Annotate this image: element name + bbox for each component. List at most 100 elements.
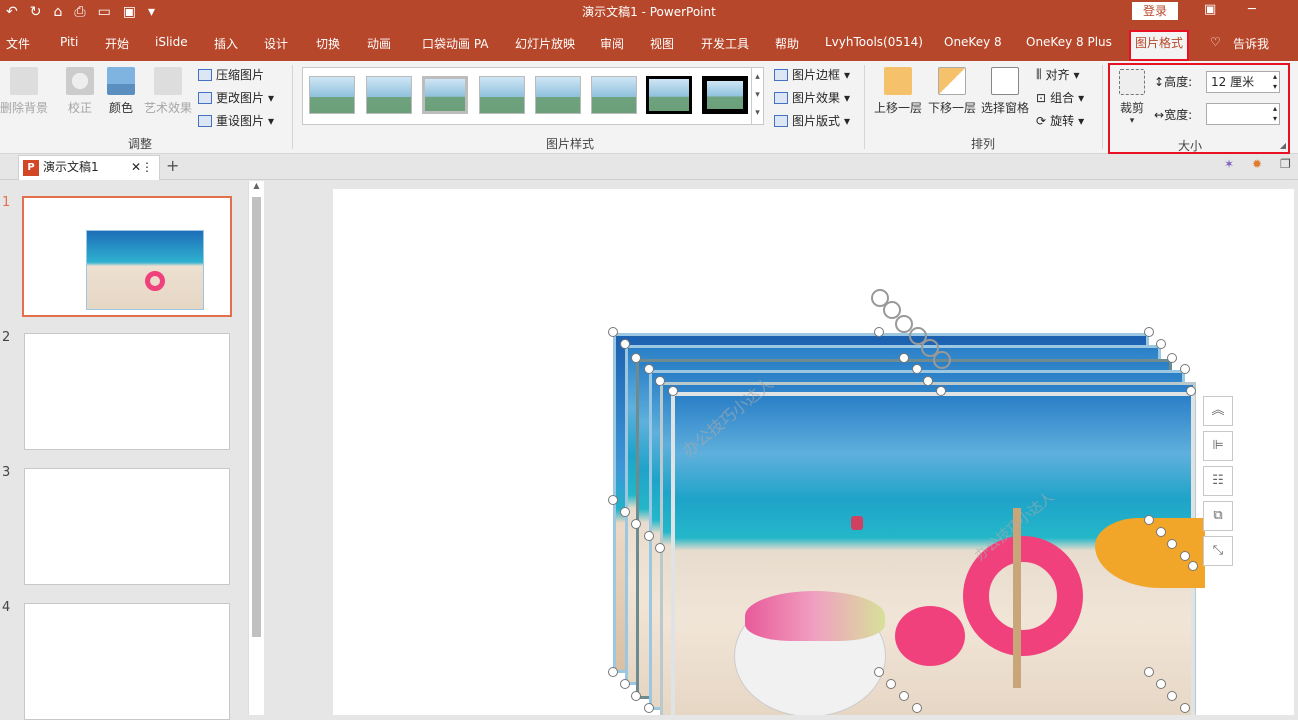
login-button[interactable]: 登录 (1132, 2, 1178, 20)
bring-forward-button[interactable]: 上移一层 (872, 67, 924, 116)
tab-tell-me[interactable]: 告诉我 (1233, 35, 1269, 52)
width-input[interactable]: ▴ ▾ (1206, 103, 1280, 125)
resize-handle[interactable] (655, 543, 665, 553)
resize-handle[interactable] (620, 339, 630, 349)
resize-handle[interactable] (886, 679, 896, 689)
tab-picture-format[interactable]: 图片格式 (1129, 30, 1190, 61)
style-thumb[interactable] (646, 76, 692, 114)
height-input[interactable]: 12 厘米 ▴ ▾ (1206, 71, 1280, 93)
resize-icon[interactable]: ⤡ (1203, 536, 1233, 566)
resize-handle[interactable] (620, 507, 630, 517)
style-thumb[interactable] (591, 76, 637, 114)
picture-layout-button[interactable]: 图片版式 ▾ (774, 112, 850, 129)
lightbulb-icon[interactable]: ♡ (1210, 35, 1221, 49)
tab-piti[interactable]: Piti (60, 35, 78, 49)
resize-handle[interactable] (1156, 339, 1166, 349)
rotate-handle-icon[interactable] (933, 351, 951, 369)
color-button[interactable]: 颜色 (104, 67, 138, 116)
group-button[interactable]: ⊡ 组合 ▾ (1036, 89, 1084, 106)
scroll-thumb[interactable] (252, 197, 261, 637)
resize-handle[interactable] (1167, 539, 1177, 549)
picture-front[interactable]: 办公技巧小达人 (671, 392, 1205, 715)
corrections-button[interactable]: 校正 (60, 67, 100, 116)
close-icon[interactable]: ✕ (131, 156, 141, 178)
slide-thumbnail[interactable] (24, 468, 230, 585)
resize-handle[interactable] (644, 364, 654, 374)
tab-insert[interactable]: 插入 (214, 35, 238, 52)
tab-onekey8[interactable]: OneKey 8 (944, 35, 1002, 49)
resize-handle[interactable] (620, 679, 630, 689)
slide-thumbnail[interactable] (24, 603, 230, 720)
resize-handle[interactable] (912, 364, 922, 374)
tab-developer[interactable]: 开发工具 (701, 35, 749, 52)
resize-handle[interactable] (608, 667, 618, 677)
resize-handle[interactable] (1156, 527, 1166, 537)
style-thumb[interactable] (366, 76, 412, 114)
restore-icon[interactable]: ❐ (1280, 157, 1291, 171)
tab-review[interactable]: 审阅 (600, 35, 624, 52)
resize-handle[interactable] (608, 495, 618, 505)
slide-canvas[interactable]: 办公技巧小达人 办公技巧小达人 (333, 189, 1294, 715)
tab-transitions[interactable]: 切换 (316, 35, 340, 52)
minimize-icon[interactable]: ─ (1248, 2, 1256, 17)
resize-handle[interactable] (1144, 327, 1154, 337)
resize-handle[interactable] (1180, 703, 1190, 713)
resize-handle[interactable] (631, 519, 641, 529)
style-thumb[interactable] (702, 76, 748, 114)
resize-handle[interactable] (1186, 386, 1196, 396)
resize-handle[interactable] (631, 691, 641, 701)
resize-handle[interactable] (899, 691, 909, 701)
tab-onekey8plus[interactable]: OneKey 8 Plus (1026, 35, 1112, 49)
slide-thumbnail[interactable] (24, 333, 230, 450)
picture-styles-gallery[interactable]: ▴ ▾ ▾ (302, 67, 764, 125)
resize-handle[interactable] (923, 376, 933, 386)
tab-lvyhtools[interactable]: LvyhTools(0514) (825, 35, 923, 49)
remove-background-button[interactable]: 删除背景 (0, 67, 48, 116)
tab-home[interactable]: 开始 (105, 35, 129, 52)
crop-button[interactable]: 裁剪 ▾ (1114, 69, 1150, 126)
resize-handle[interactable] (1167, 353, 1177, 363)
reset-picture-button[interactable]: 重设图片 ▾ (198, 112, 274, 129)
resize-handle[interactable] (1180, 364, 1190, 374)
tab-pocket-animation[interactable]: 口袋动画 PA (422, 35, 489, 52)
resize-handle[interactable] (631, 353, 641, 363)
align-button[interactable]: ⫼ 对齐 ▾ (1036, 66, 1080, 83)
tab-design[interactable]: 设计 (264, 35, 288, 52)
resize-handle[interactable] (668, 386, 678, 396)
resize-handle[interactable] (1144, 667, 1154, 677)
tab-slideshow[interactable]: 幻灯片放映 (515, 35, 575, 52)
sparkle-icon[interactable]: ✶ (1224, 157, 1234, 171)
add-tab-icon[interactable]: + (166, 156, 179, 175)
tab-help[interactable]: 帮助 (775, 35, 799, 52)
tab-islide[interactable]: iSlide (155, 35, 188, 49)
resize-handle[interactable] (1167, 691, 1177, 701)
resize-handle[interactable] (1156, 679, 1166, 689)
style-thumb[interactable] (479, 76, 525, 114)
layers-icon[interactable]: ⧉ (1203, 501, 1233, 531)
style-thumb[interactable] (535, 76, 581, 114)
resize-handle[interactable] (655, 376, 665, 386)
tab-view[interactable]: 视图 (650, 35, 674, 52)
change-picture-button[interactable]: 更改图片 ▾ (198, 89, 274, 106)
compress-pictures-button[interactable]: 压缩图片 (198, 66, 264, 83)
artistic-effects-button[interactable]: 艺术效果 (142, 67, 194, 116)
scroll-up-icon[interactable]: ▲ (249, 181, 264, 190)
resize-handle[interactable] (644, 531, 654, 541)
resize-handle[interactable] (874, 667, 884, 677)
resize-handle[interactable] (1180, 551, 1190, 561)
gallery-scroll[interactable]: ▴ ▾ ▾ (751, 68, 763, 124)
picture-effects-button[interactable]: 图片效果 ▾ (774, 89, 850, 106)
thumbnail-scrollbar[interactable]: ▲ (248, 181, 264, 715)
spinner-icon[interactable]: ▴ ▾ (1273, 104, 1277, 124)
send-backward-button[interactable]: 下移一层 (926, 67, 978, 116)
resize-handle[interactable] (874, 327, 884, 337)
more-icon[interactable]: ⋮ (141, 156, 153, 178)
dialog-launcher-icon[interactable]: ◢ (1280, 141, 1286, 150)
resize-handle[interactable] (912, 703, 922, 713)
selection-pane-button[interactable]: 选择窗格 (978, 67, 1032, 116)
resize-handle[interactable] (1188, 561, 1198, 571)
tab-animations[interactable]: 动画 (367, 35, 391, 52)
picture-border-button[interactable]: 图片边框 ▾ (774, 66, 850, 83)
resize-handle[interactable] (644, 703, 654, 713)
resize-handle[interactable] (1144, 515, 1154, 525)
